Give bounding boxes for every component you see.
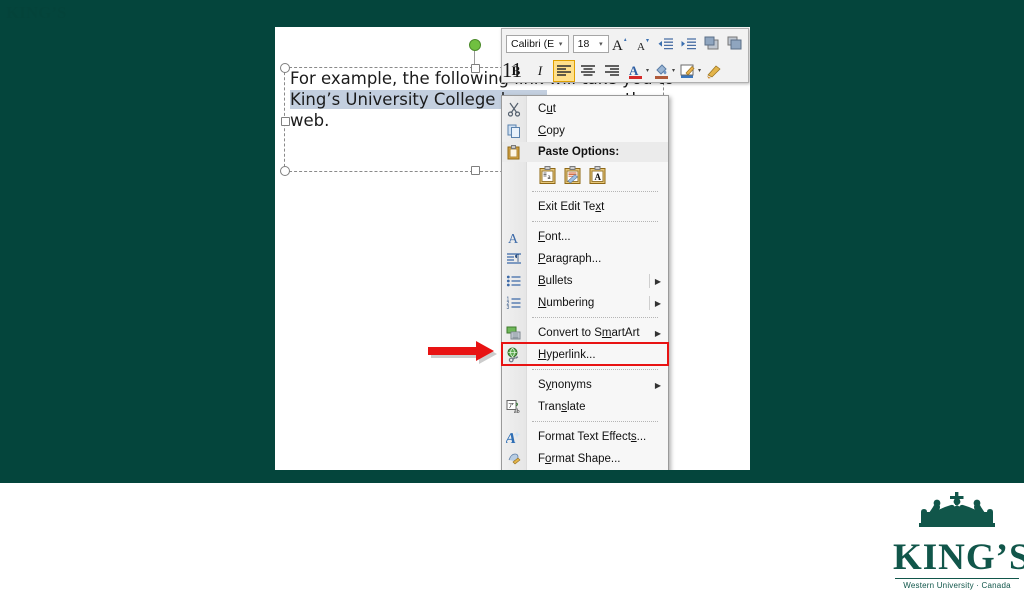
context-menu-label: Copy (538, 125, 565, 137)
context-menu-label: Exit Edit Text (538, 201, 605, 213)
context-menu-label: Hyperlink... (538, 349, 596, 361)
context-menu-item-paste-options: Paste Options: (502, 142, 668, 162)
logo-tagline: Western University · Canada (903, 581, 1011, 590)
page-number: 11 (501, 58, 523, 82)
font-a-icon: A (505, 228, 523, 246)
submenu-arrow-icon[interactable]: ▶ (655, 299, 661, 308)
send-backward-icon[interactable] (724, 33, 745, 55)
shrink-font-icon[interactable]: A (633, 33, 654, 55)
resize-handle-middle-left[interactable] (281, 116, 290, 126)
context-menu-label: Format Shape... (538, 453, 621, 465)
red-pointer-arrow (428, 340, 510, 366)
paste-icon (505, 143, 523, 161)
svg-text:A: A (595, 172, 602, 182)
svg-text:¶: ¶ (515, 253, 519, 263)
context-menu-item-translate[interactable]: ア ab Translate (502, 396, 668, 418)
svg-text:KING’S: KING’S (6, 3, 66, 22)
context-menu-separator (532, 421, 658, 423)
context-menu-label: Cut (538, 103, 556, 115)
context-menu-item-bullets[interactable]: Bullets ▶ (502, 270, 668, 292)
submenu-arrow-icon[interactable]: ▶ (655, 329, 661, 338)
scissors-icon (505, 100, 523, 118)
decrease-indent-icon[interactable] (656, 33, 677, 55)
context-menu-label: Convert to SmartArt (538, 327, 640, 339)
context-menu-label: Format Text Effects... (538, 431, 647, 443)
svg-text:A: A (637, 41, 645, 53)
context-menu-item-cut[interactable]: Cut (502, 98, 668, 120)
context-menu-separator (532, 317, 658, 319)
resize-handle-bottom-center[interactable] (471, 166, 480, 175)
context-menu-label: Bullets (538, 275, 573, 287)
paste-use-destination-theme-icon[interactable] (563, 165, 583, 185)
bullets-icon (505, 272, 523, 290)
context-menu-item-font[interactable]: A Font... (502, 226, 668, 248)
right-click-context-menu[interactable]: Cut Copy Paste Options: a A Exit Edit Te… (501, 95, 669, 470)
context-menu-item-synonyms[interactable]: Synonyms ▶ (502, 374, 668, 396)
paragraph-icon: ¶ (505, 250, 523, 268)
font-name-value: Calibri (E (511, 37, 555, 50)
context-menu-label: Translate (538, 401, 586, 413)
copy-icon (505, 122, 523, 140)
context-menu-item-format-shape[interactable]: Format Shape... (502, 448, 668, 470)
svg-text:3: 3 (507, 305, 510, 311)
context-menu-label: Numbering (538, 297, 595, 309)
submenu-divider (649, 296, 650, 310)
paste-options-row[interactable]: a A (502, 162, 668, 188)
kings-watermark-icon: KING’S (6, 2, 72, 24)
font-size-value: 18 (577, 37, 590, 50)
numbering-icon: 123 (505, 294, 523, 312)
crown-icon (919, 492, 995, 527)
svg-text:ab: ab (514, 409, 520, 415)
bring-forward-icon[interactable] (701, 33, 722, 55)
font-size-chevron-down-icon[interactable]: ▾ (596, 40, 606, 48)
context-menu-item-convert-to-smartart[interactable]: Convert to SmartArt ▶ (502, 322, 668, 344)
rotation-handle[interactable] (469, 39, 481, 51)
context-menu-item-paragraph[interactable]: ¶ Paragraph... (502, 248, 668, 270)
context-menu-separator (532, 191, 658, 193)
submenu-arrow-icon[interactable]: ▶ (655, 381, 661, 390)
text-effects-icon: A (505, 428, 523, 446)
context-menu-item-numbering[interactable]: 123 Numbering ▶ (502, 292, 668, 314)
paste-keep-text-only-icon[interactable]: A (588, 165, 608, 185)
font-name-combo[interactable]: Calibri (E ▾ (506, 34, 569, 53)
translate-icon: ア ab (505, 398, 523, 416)
svg-text:A: A (612, 38, 623, 53)
format-shape-icon (505, 450, 523, 468)
submenu-arrow-icon[interactable]: ▶ (655, 277, 661, 286)
font-name-chevron-down-icon[interactable]: ▾ (556, 40, 566, 48)
svg-text:A: A (508, 232, 519, 245)
svg-text:A: A (506, 431, 518, 445)
grow-font-icon[interactable]: A (610, 33, 631, 55)
resize-handle-bottom-left[interactable] (280, 166, 290, 176)
kings-college-logo: KING’S Western University · Canada (893, 490, 1024, 590)
paste-keep-source-formatting-icon[interactable]: a (538, 165, 558, 185)
context-menu-label: Font... (538, 231, 571, 243)
context-menu-item-format-text-effects[interactable]: A Format Text Effects... (502, 426, 668, 448)
logo-wordmark: KING’S (893, 537, 1024, 578)
powerpoint-screenshot-image: For example, the following link will tak… (275, 27, 750, 470)
logo-rule (895, 578, 1019, 579)
context-menu-label: Synonyms (538, 379, 592, 391)
context-menu-item-exit-edit-text[interactable]: Exit Edit Text (502, 196, 668, 218)
slide-footer (0, 483, 1024, 576)
increase-indent-icon[interactable] (678, 33, 699, 55)
context-menu-separator (532, 369, 658, 371)
context-menu-label: Paste Options: (538, 146, 620, 158)
font-size-combo[interactable]: 18 ▾ (572, 34, 609, 53)
context-menu-separator (532, 221, 658, 223)
context-menu-item-copy[interactable]: Copy (502, 120, 668, 142)
context-menu-label: Paragraph... (538, 253, 602, 265)
submenu-divider (649, 274, 650, 288)
context-menu-item-hyperlink[interactable]: Hyperlink... (501, 342, 669, 366)
